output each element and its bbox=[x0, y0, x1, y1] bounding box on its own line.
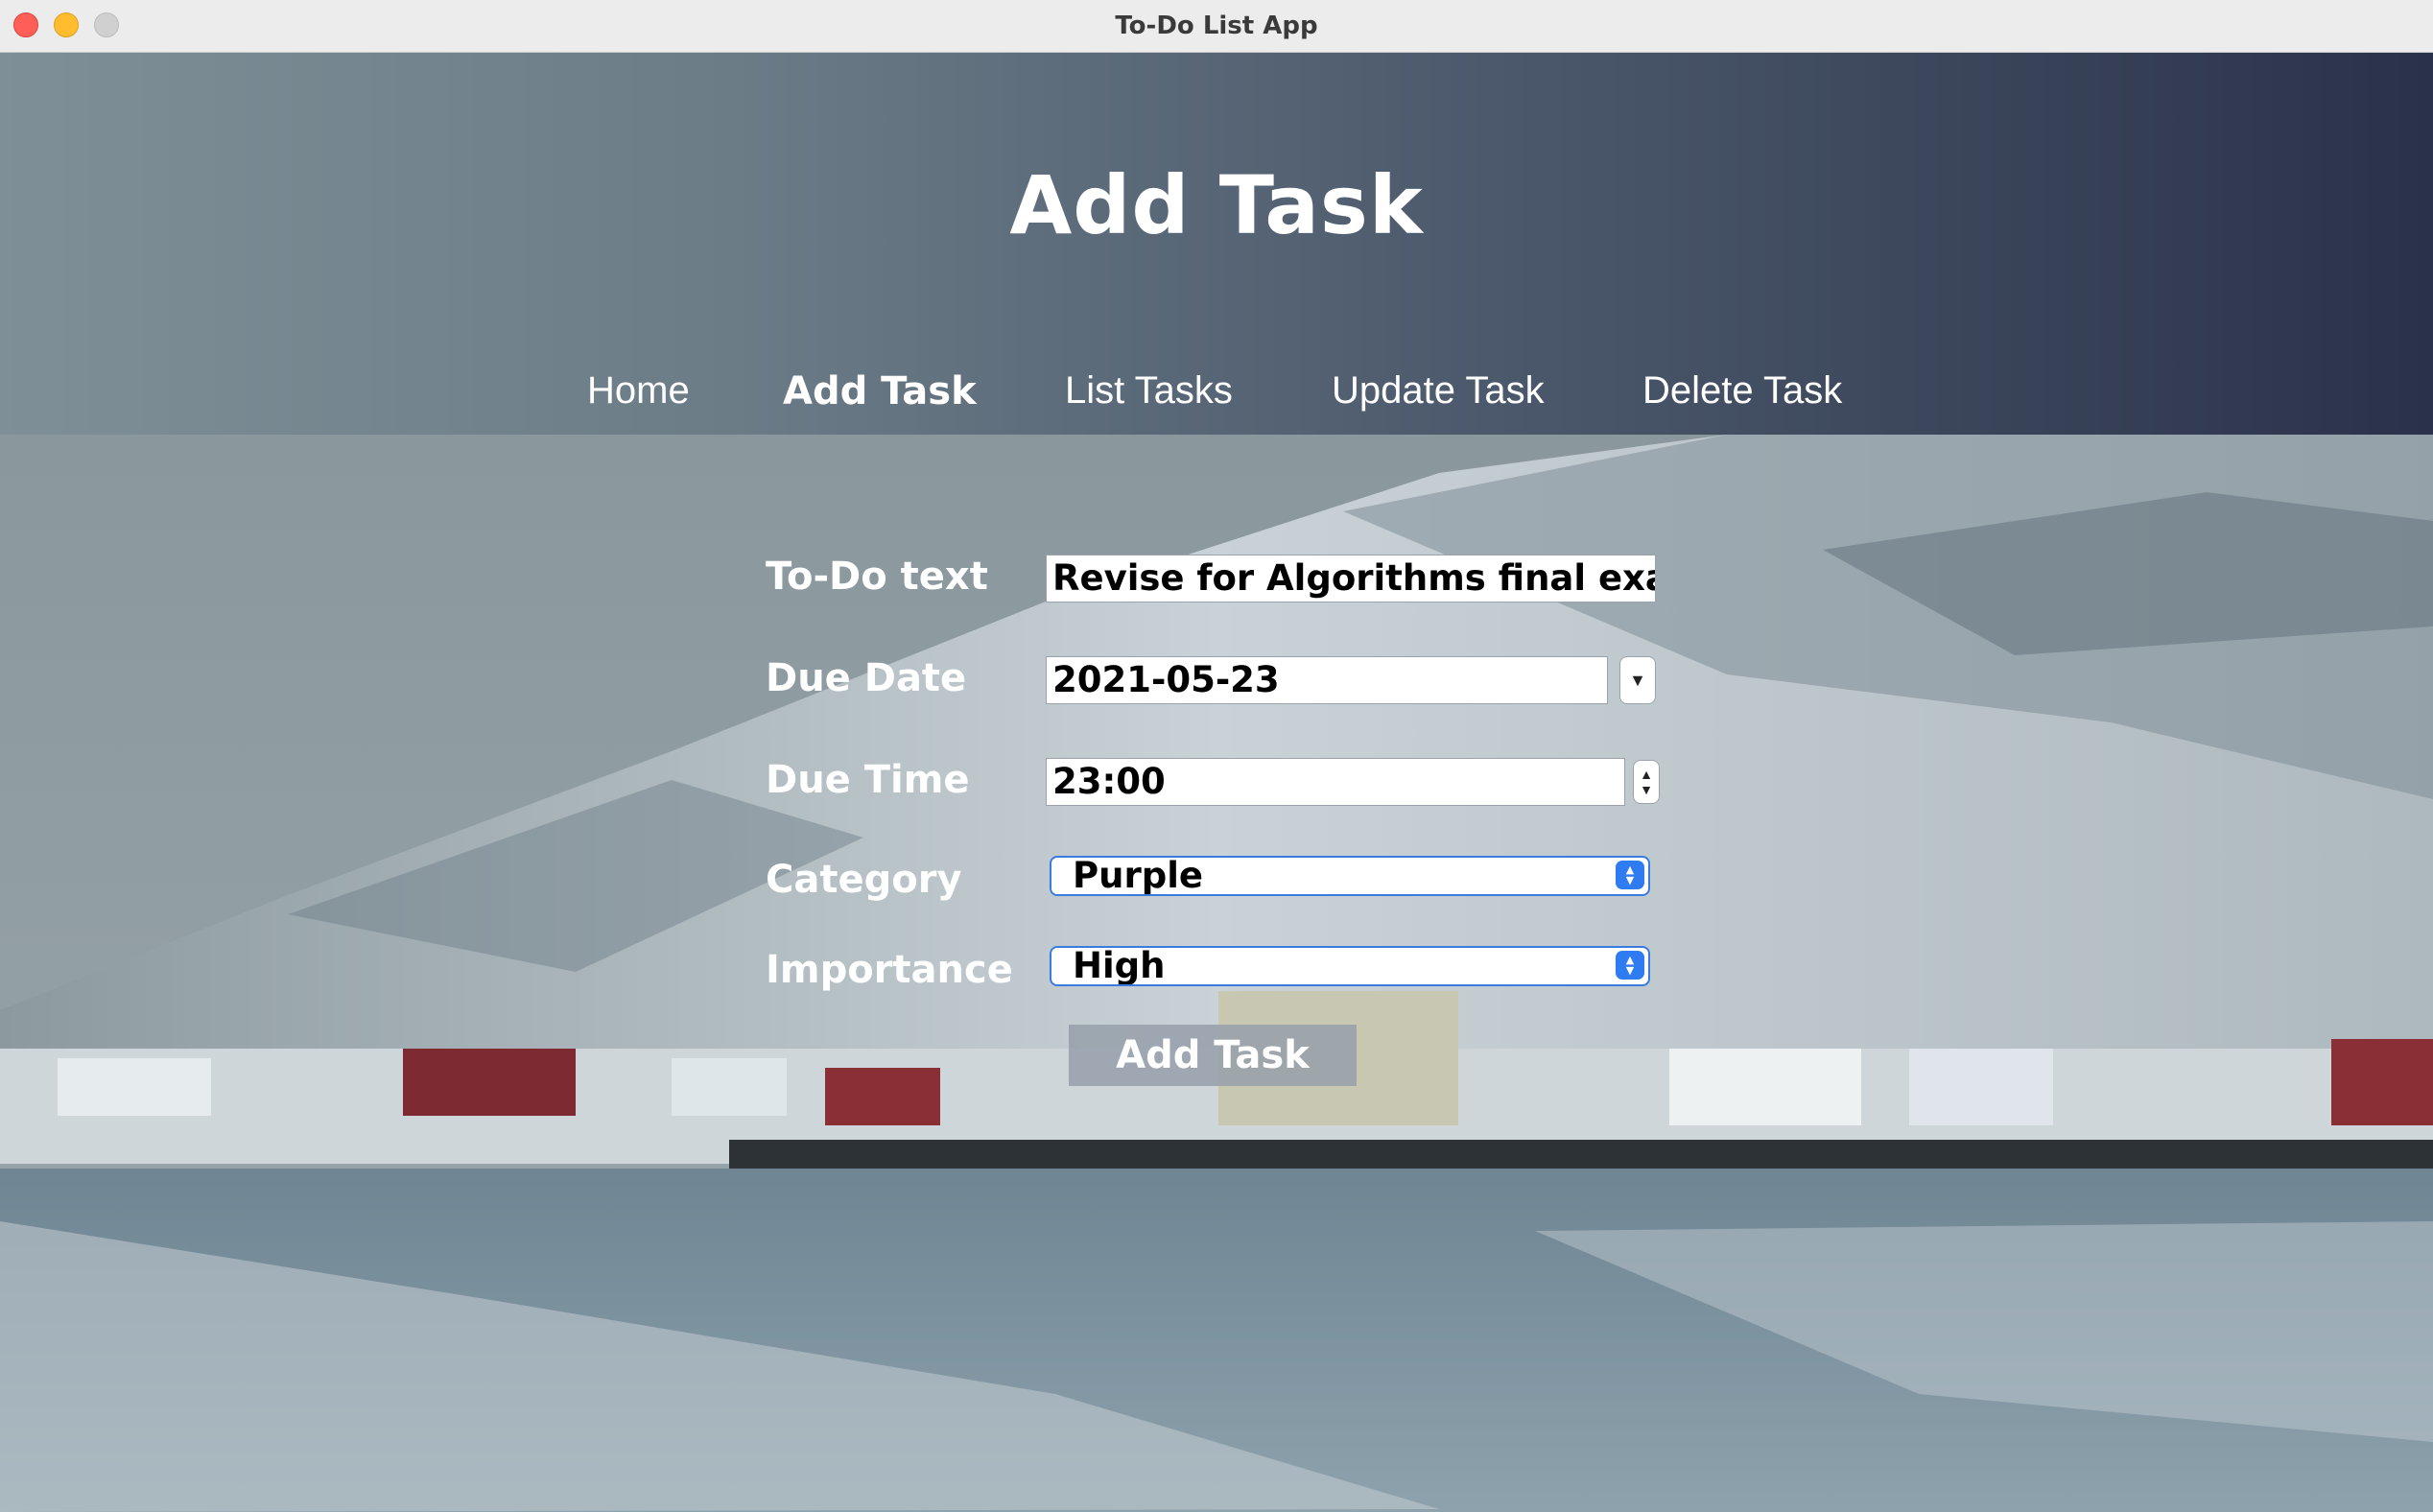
time-spinner[interactable]: ▲ ▼ bbox=[1633, 760, 1660, 804]
todo-text-input[interactable]: Revise for Algorithms final exam bbox=[1046, 555, 1656, 602]
window-title: To-Do List App bbox=[1115, 12, 1318, 40]
importance-label: Importance bbox=[766, 948, 1013, 992]
nav-update-task[interactable]: Update Task bbox=[1332, 369, 1545, 413]
date-picker-button[interactable]: ▼ bbox=[1619, 656, 1656, 704]
nav-list-tasks[interactable]: List Tasks bbox=[1065, 369, 1233, 413]
page-title: Add Task bbox=[1009, 158, 1424, 252]
title-bar: To-Do List App bbox=[0, 0, 2433, 53]
close-icon[interactable] bbox=[13, 12, 38, 37]
category-label: Category bbox=[766, 858, 962, 902]
up-down-chevron-icon: ▲ ▼ bbox=[1616, 861, 1644, 889]
nav-bar: Home Add Task List Tasks Update Task Del… bbox=[0, 369, 2433, 427]
header-banner: Add Task Home Add Task List Tasks Update… bbox=[0, 53, 2433, 435]
add-task-button[interactable]: Add Task bbox=[1069, 1025, 1357, 1086]
category-selected-value: Purple bbox=[1073, 856, 1203, 896]
importance-select[interactable]: High ▲ ▼ bbox=[1050, 946, 1650, 986]
up-down-arrows-icon: ▲ ▼ bbox=[1640, 767, 1653, 797]
category-select[interactable]: Purple ▲ ▼ bbox=[1050, 856, 1650, 896]
due-date-label: Due Date bbox=[766, 656, 967, 700]
nav-home[interactable]: Home bbox=[587, 369, 690, 413]
due-date-input[interactable]: 2021-05-23 bbox=[1046, 656, 1608, 704]
minimize-icon[interactable] bbox=[54, 12, 79, 37]
zoom-icon[interactable] bbox=[94, 12, 119, 37]
window-controls bbox=[13, 12, 119, 37]
nav-delete-task[interactable]: Delete Task bbox=[1642, 369, 1842, 413]
chevron-down-icon: ▼ bbox=[1629, 670, 1646, 690]
due-time-label: Due Time bbox=[766, 758, 970, 802]
todo-text-label: To-Do text bbox=[766, 555, 988, 599]
nav-add-task[interactable]: Add Task bbox=[783, 369, 977, 413]
importance-selected-value: High bbox=[1073, 946, 1166, 986]
due-time-input[interactable]: 23:00 bbox=[1046, 758, 1625, 806]
app-window: To-Do List App Add Task Home Add Task Li… bbox=[0, 0, 2433, 1512]
up-down-chevron-icon: ▲ ▼ bbox=[1616, 951, 1644, 980]
